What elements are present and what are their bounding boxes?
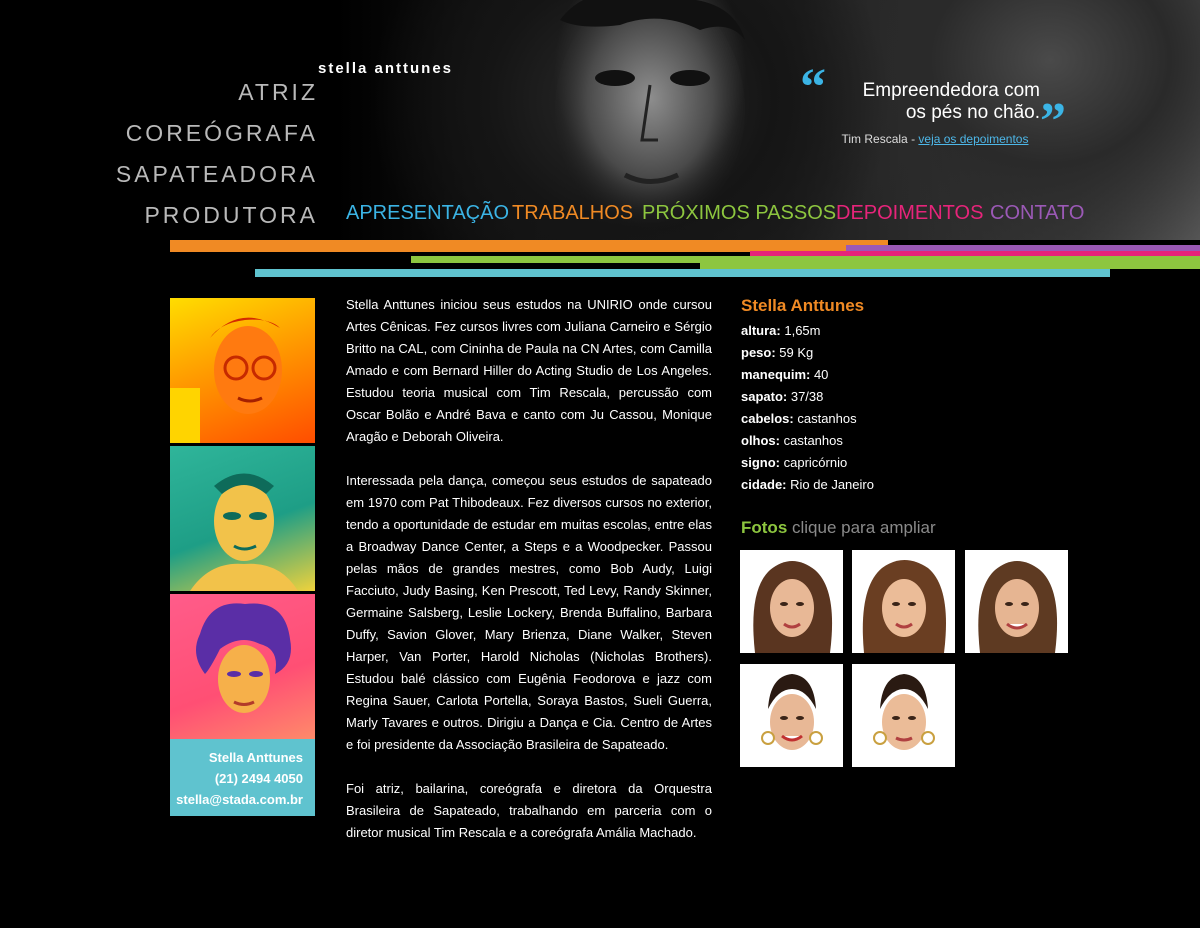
profile-info: Stella Anttunes altura: 1,65m peso: 59 K… [741, 296, 1041, 496]
info-row: peso: 59 Kg [741, 342, 1041, 364]
bio-paragraph-2: Interessada pela dança, começou seus est… [346, 473, 712, 752]
photo-teal [170, 446, 315, 591]
role-sapateadora: SAPATEADORA [115, 161, 318, 187]
roles-list: ATRIZ COREÓGRAFA SAPATEADORA PRODUTORA [100, 72, 318, 236]
contact-email[interactable]: stella@stada.com.br [170, 789, 303, 810]
info-value: 1,65m [780, 323, 821, 338]
photos-label: Fotos [741, 518, 788, 537]
nav-trabalhos[interactable]: TRABALHOS [512, 202, 633, 225]
contact-box: Stella Anttunes (21) 2494 4050 stella@st… [170, 739, 315, 816]
info-value: capricórnio [780, 455, 848, 470]
quote-text: Empreendedora com os pés no chão. [830, 80, 1040, 124]
photo-orange [170, 298, 315, 443]
role-produtora: PRODUTORA [144, 202, 318, 228]
info-key: altura: [741, 323, 781, 338]
headshot-icon [862, 560, 946, 653]
info-key: cidade: [741, 477, 787, 492]
bio-paragraph-3: Foi atriz, bailarina, coreógrafa e diret… [346, 781, 712, 840]
photos-hint: clique para ampliar [787, 518, 936, 537]
info-key: signo: [741, 455, 780, 470]
info-key: sapato: [741, 389, 788, 404]
nav-proximos-passos[interactable]: PRÓXIMOS PASSOS [642, 202, 836, 225]
photo-thumbnail[interactable] [852, 550, 955, 653]
info-key: manequim: [741, 367, 811, 382]
info-value: 59 Kg [775, 345, 814, 360]
nav-apresentacao[interactable]: APRESENTAÇÃO [346, 202, 509, 225]
role-atriz: ATRIZ [238, 79, 318, 105]
photo-pink [170, 594, 315, 739]
info-row: olhos: castanhos [741, 430, 1041, 452]
bio-text: Stella Anttunes iniciou seus estudos na … [346, 294, 712, 866]
info-value: castanhos [780, 433, 843, 448]
color-bar-cyan [255, 269, 1110, 277]
info-value: 37/38 [787, 389, 824, 404]
info-row: manequim: 40 [741, 364, 1041, 386]
portrait-pink-icon [196, 603, 291, 713]
role-coreografa: COREÓGRAFA [125, 120, 318, 146]
photo-thumbnail[interactable] [852, 664, 955, 767]
info-row: sapato: 37/38 [741, 386, 1041, 408]
quote-line-2: os pés no chão. [905, 102, 1040, 123]
headshot-icon [978, 561, 1058, 653]
info-value: Rio de Janeiro [786, 477, 874, 492]
quote-author: Tim Rescala - veja os depoimentos [800, 132, 1070, 146]
quote-line-1: Empreendedora com [862, 80, 1040, 101]
portrait-orange-icon [170, 317, 282, 443]
bio-paragraph-1: Stella Anttunes iniciou seus estudos na … [346, 297, 712, 444]
headshot-icon [753, 561, 833, 653]
info-row: altura: 1,65m [741, 320, 1041, 342]
nav-depoimentos[interactable]: DEPOIMENTOS [836, 202, 983, 225]
color-bar-green [411, 256, 1200, 263]
portrait-teal-icon [190, 473, 298, 591]
open-quote-icon: “ [800, 59, 826, 116]
headshot-icon [761, 674, 823, 750]
portrait-column [170, 298, 315, 742]
info-row: signo: capricórnio [741, 452, 1041, 474]
quote-author-name: Tim Rescala - [841, 132, 919, 146]
photo-thumbnail[interactable] [740, 664, 843, 767]
info-value: castanhos [793, 411, 857, 426]
photos-heading: Fotos clique para ampliar [741, 518, 936, 538]
headshot-icon [873, 674, 935, 750]
info-value: 40 [810, 367, 829, 382]
photo-thumbnail[interactable] [740, 550, 843, 653]
info-row: cidade: Rio de Janeiro [741, 474, 1041, 496]
brand-name: stella anttunes [318, 60, 454, 77]
info-key: cabelos: [741, 411, 794, 426]
photo-thumbnail[interactable] [965, 550, 1068, 653]
info-key: peso: [741, 345, 776, 360]
contact-name: Stella Anttunes [208, 750, 303, 765]
info-key: olhos: [741, 433, 780, 448]
info-row: cabelos: castanhos [741, 408, 1041, 430]
profile-title: Stella Anttunes [741, 296, 865, 315]
testimonials-link[interactable]: veja os depoimentos [918, 132, 1028, 146]
contact-phone: (21) 2494 4050 [214, 771, 303, 786]
nav-contato[interactable]: CONTATO [990, 202, 1084, 225]
